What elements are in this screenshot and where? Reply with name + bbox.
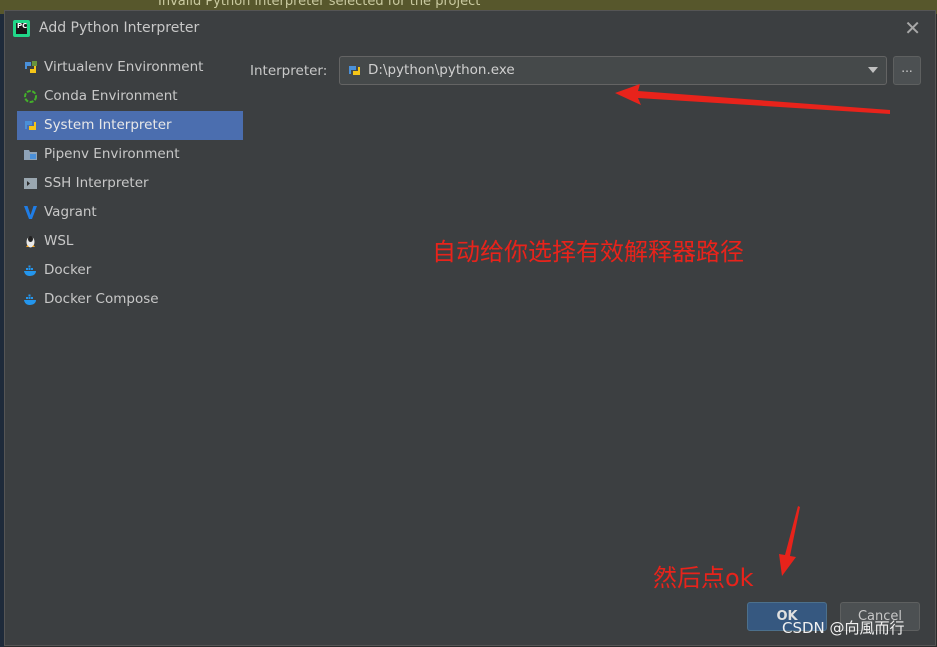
red-arrow-to-ok: [779, 506, 800, 576]
red-arrow-to-interpreter: [615, 84, 890, 114]
annotation-arrows: [615, 84, 890, 576]
csdn-watermark: CSDN @向風而行: [782, 619, 905, 637]
